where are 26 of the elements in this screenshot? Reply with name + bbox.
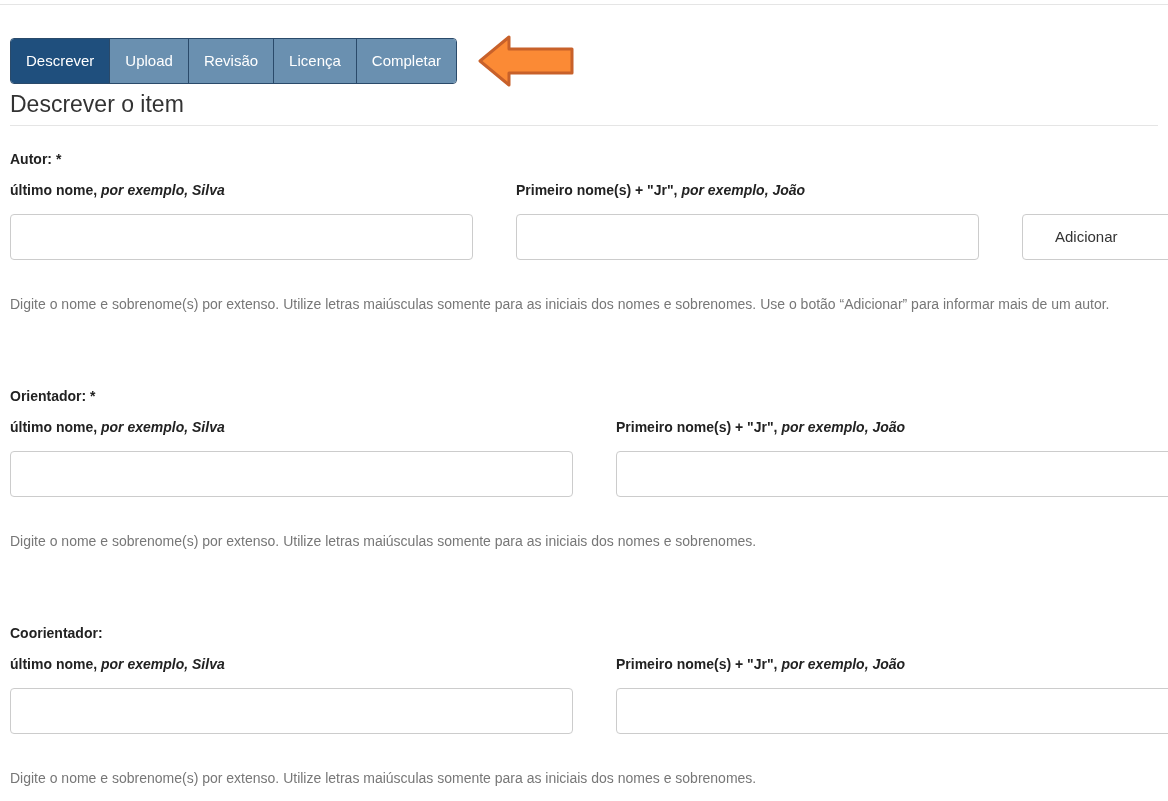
step-tab[interactable]: Licença (273, 39, 356, 83)
field-sublabel: Primeiro nome(s) + "Jr", por exemplo, João (516, 181, 806, 200)
page-heading: Descrever o item (10, 90, 184, 119)
input-field[interactable] (516, 214, 979, 260)
field-sublabel: último nome, por exemplo, Silva (10, 181, 225, 200)
input-field[interactable] (10, 214, 473, 260)
arrow-icon (477, 35, 575, 87)
field-sublabel: último nome, por exemplo, Silva (10, 655, 225, 674)
field-label: Coorientador: (10, 624, 103, 643)
field-sublabel: Primeiro nome(s) + "Jr", por exemplo, João (616, 655, 906, 674)
step-tab[interactable]: Revisão (187, 39, 274, 83)
help-text: Digite o nome e sobrenome(s) por extenso. Utilize letras maiúsculas somente para as iniciais dos nomes e sobrenomes. Use o botão “Adicionar” para informar mais de um autor. (10, 295, 1111, 314)
field-label: Orientador: * (10, 387, 96, 406)
field-sublabel: Primeiro nome(s) + "Jr", por exemplo, João (616, 418, 906, 437)
input-field[interactable] (10, 688, 573, 734)
step-tab[interactable]: Upload (109, 39, 188, 83)
add-button[interactable]: Adicionar (1022, 214, 1168, 260)
input-field[interactable] (616, 688, 1168, 734)
help-text: Digite o nome e sobrenome(s) por extenso. Utilize letras maiúsculas somente para as iniciais dos nomes e sobrenomes. (10, 532, 758, 551)
field-sublabel: último nome, por exemplo, Silva (10, 418, 225, 437)
field-label: Autor: * (10, 150, 62, 169)
input-field[interactable] (616, 451, 1168, 497)
input-field[interactable] (10, 451, 573, 497)
step-tab[interactable]: Descrever (11, 39, 110, 83)
help-text: Digite o nome e sobrenome(s) por extenso. Utilize letras maiúsculas somente para as iniciais dos nomes e sobrenomes. (10, 769, 758, 788)
step-tab[interactable]: Completar (355, 39, 456, 83)
